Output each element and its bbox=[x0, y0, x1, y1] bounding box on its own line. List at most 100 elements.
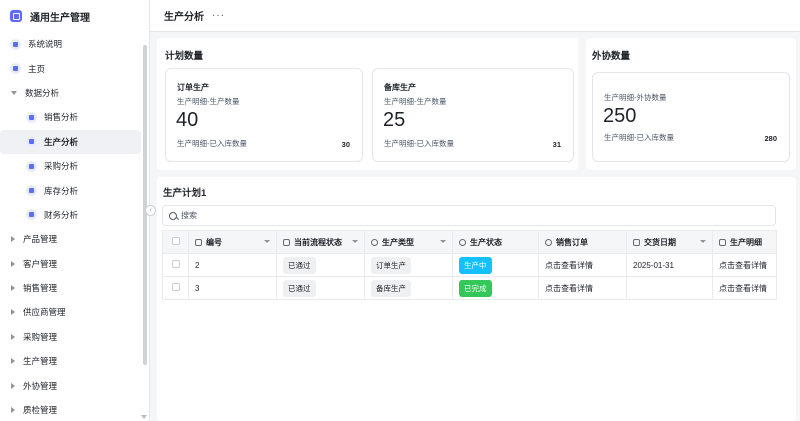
chevron-right-icon bbox=[11, 309, 15, 316]
sidebar-item-production-analysis[interactable]: 生产分析 bbox=[0, 129, 141, 154]
sidebar-item-system-info[interactable]: 系统说明 bbox=[0, 32, 149, 56]
link-field-icon bbox=[545, 238, 552, 246]
app-brand[interactable]: 通用生产管理 bbox=[0, 0, 149, 32]
outsource-card: 生产明细-外协数量 250 生产明细-已入库数量 280 bbox=[592, 72, 790, 162]
production-type-tag: 订单生产 bbox=[371, 256, 411, 274]
card-subtitle: 生产明细-外协数量 bbox=[604, 93, 667, 102]
cell-production-type: 备库生产 bbox=[364, 276, 453, 300]
row-checkbox[interactable] bbox=[162, 253, 189, 277]
cell-flow-status: 已通过 bbox=[276, 276, 365, 300]
row-checkbox[interactable] bbox=[162, 276, 189, 300]
sidebar-group-customer[interactable]: 客户管理 bbox=[0, 252, 149, 276]
card-footer-label: 生产明细-已入库数量 bbox=[384, 139, 454, 148]
cell-production-detail-link[interactable]: 点击查看详情 bbox=[712, 253, 777, 277]
sidebar-item-label: 供应商管理 bbox=[23, 307, 66, 318]
cell-sales-order-link[interactable]: 点击查看详情 bbox=[538, 276, 627, 300]
cell-sales-order-link[interactable]: 点击查看详情 bbox=[538, 253, 627, 277]
chevron-down-icon[interactable] bbox=[700, 239, 706, 243]
home-icon bbox=[10, 63, 21, 75]
card-title: 备库生产 bbox=[384, 83, 416, 92]
chart-icon bbox=[26, 209, 37, 221]
cell-production-status: 已完成 bbox=[452, 276, 539, 300]
chevron-down-icon[interactable] bbox=[352, 239, 358, 243]
sidebar-group-sales[interactable]: 销售管理 bbox=[0, 276, 149, 300]
column-header-id[interactable]: 编号 bbox=[188, 230, 277, 254]
sidebar-group-supplier[interactable]: 供应商管理 bbox=[0, 300, 149, 324]
page-title: 生产分析 bbox=[164, 12, 204, 23]
sidebar-group-purchase[interactable]: 采购管理 bbox=[0, 325, 149, 349]
sidebar-item-home[interactable]: 主页 bbox=[0, 56, 149, 80]
cell-flow-status: 已通过 bbox=[276, 253, 365, 277]
panel-title: 计划数量 bbox=[165, 51, 204, 62]
sidebar-group-quality[interactable]: 质检管理 bbox=[0, 398, 149, 421]
column-header-production-detail[interactable]: 生产明细 bbox=[712, 230, 777, 254]
sidebar-group-production[interactable]: 生产管理 bbox=[0, 349, 149, 373]
cell-production-detail-link[interactable]: 点击查看详情 bbox=[712, 276, 777, 300]
card-footer-value: 30 bbox=[341, 140, 350, 149]
sidebar-item-label: 销售分析 bbox=[44, 112, 79, 123]
card-footer-value: 280 bbox=[764, 134, 777, 143]
column-header-production-type[interactable]: 生产类型 bbox=[364, 230, 453, 254]
column-header-delivery-date[interactable]: 交货日期 bbox=[626, 230, 713, 254]
table-field-icon bbox=[719, 238, 726, 246]
chart-icon bbox=[26, 111, 37, 123]
more-options-button[interactable]: ··· bbox=[212, 10, 225, 21]
sidebar-item-label: 生产管理 bbox=[23, 356, 58, 367]
sidebar-item-label: 数据分析 bbox=[25, 87, 60, 98]
chevron-down-icon bbox=[11, 90, 17, 95]
sidebar-item-label: 产品管理 bbox=[23, 234, 58, 245]
plan-quantity-panel: 计划数量 订单生产 生产明细-生产数量 40 生产明细-已入库数量 30 备库生… bbox=[157, 38, 578, 170]
production-type-tag: 备库生产 bbox=[371, 279, 411, 297]
sidebar-group-data-analysis[interactable]: 数据分析 bbox=[0, 81, 149, 105]
column-header-flow-status[interactable]: 当前流程状态 bbox=[276, 230, 365, 254]
card-value: 40 bbox=[176, 109, 199, 131]
card-footer-label: 生产明细-已入库数量 bbox=[604, 133, 674, 142]
chevron-down-icon[interactable] bbox=[440, 239, 446, 243]
card-subtitle: 生产明细-生产数量 bbox=[177, 97, 240, 106]
stock-production-card: 备库生产 生产明细-生产数量 25 生产明细-已入库数量 31 bbox=[372, 68, 574, 162]
cell-id: 3 bbox=[188, 276, 277, 300]
column-header-production-status[interactable]: 生产状态 bbox=[452, 230, 539, 254]
sidebar-group-outsource[interactable]: 外协管理 bbox=[0, 373, 149, 397]
sidebar: 通用生产管理 系统说明 主页 数据分析 销售分析 生产分析 采购分析 库存分析 … bbox=[0, 0, 150, 421]
chevron-right-icon bbox=[11, 236, 15, 243]
table-row[interactable]: 2 已通过 订单生产 生产中 点击查看详情 2025-01-31 点击查看详情 bbox=[162, 253, 777, 277]
sidebar-item-label: 销售管理 bbox=[23, 283, 58, 294]
flow-status-tag: 已通过 bbox=[283, 279, 316, 297]
sidebar-item-sales-analysis[interactable]: 销售分析 bbox=[0, 105, 149, 129]
app-title: 通用生产管理 bbox=[30, 12, 90, 24]
table-row[interactable]: 3 已通过 备库生产 已完成 点击查看详情 点击查看详情 bbox=[162, 276, 777, 300]
card-value: 25 bbox=[383, 109, 406, 131]
cell-delivery-date bbox=[626, 276, 713, 300]
sidebar-item-finance-analysis[interactable]: 财务分析 bbox=[0, 203, 149, 227]
chevron-down-icon[interactable] bbox=[264, 239, 270, 243]
sidebar-item-label: 采购管理 bbox=[23, 331, 58, 342]
number-field-icon bbox=[195, 238, 202, 246]
production-plan-table: 编号 当前流程状态 生产类型 生产状态 销售订单 交货日期 生产明细 2 已通过… bbox=[162, 230, 777, 300]
card-subtitle: 生产明细-生产数量 bbox=[384, 97, 447, 106]
chevron-right-icon bbox=[11, 407, 15, 414]
cell-production-type: 订单生产 bbox=[364, 253, 453, 277]
chevron-left-icon: ‹ bbox=[149, 207, 152, 214]
chevron-right-icon bbox=[11, 333, 15, 340]
collapse-sidebar-button[interactable]: ‹ bbox=[145, 205, 156, 216]
scroll-down-icon[interactable] bbox=[141, 415, 147, 419]
sidebar-item-label: 采购分析 bbox=[44, 161, 79, 172]
column-header-sales-order[interactable]: 销售订单 bbox=[538, 230, 627, 254]
card-footer-label: 生产明细-已入库数量 bbox=[177, 139, 247, 148]
sidebar-item-label: 财务分析 bbox=[44, 209, 79, 220]
outsource-quantity-panel: 外协数量 生产明细-外协数量 250 生产明细-已入库数量 280 bbox=[586, 38, 796, 170]
sidebar-item-label: 客户管理 bbox=[23, 258, 58, 269]
sidebar-item-label: 生产分析 bbox=[44, 136, 79, 147]
search-input[interactable]: 搜索 bbox=[162, 205, 776, 226]
select-all-checkbox[interactable] bbox=[162, 230, 189, 254]
sidebar-group-product[interactable]: 产品管理 bbox=[0, 227, 149, 251]
checkbox-field-icon bbox=[283, 238, 290, 246]
sidebar-item-inventory-analysis[interactable]: 库存分析 bbox=[0, 178, 149, 202]
search-icon bbox=[169, 211, 177, 220]
status-badge: 已完成 bbox=[459, 279, 492, 297]
chevron-right-icon bbox=[11, 260, 15, 267]
app-logo-icon bbox=[10, 10, 22, 22]
sidebar-item-purchase-analysis[interactable]: 采购分析 bbox=[0, 154, 149, 178]
chart-icon bbox=[26, 160, 37, 172]
